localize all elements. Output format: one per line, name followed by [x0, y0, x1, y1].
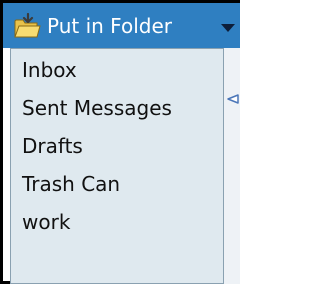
- menu-item-trash-can[interactable]: Trash Can: [11, 165, 223, 203]
- menu-item-inbox[interactable]: Inbox: [11, 51, 223, 89]
- arrow-left-icon: [227, 94, 239, 104]
- put-in-folder-label: Put in Folder: [47, 14, 172, 38]
- folder-dropdown-menu: Inbox Sent Messages Drafts Trash Can wor…: [10, 48, 224, 284]
- put-in-folder-button[interactable]: Put in Folder: [3, 3, 240, 48]
- background-pane: [224, 48, 240, 284]
- folder-menu-frame: Put in Folder Inbox Sent Messages Drafts…: [0, 0, 240, 284]
- menu-item-sent-messages[interactable]: Sent Messages: [11, 89, 223, 127]
- menu-item-drafts[interactable]: Drafts: [11, 127, 223, 165]
- chevron-down-icon[interactable]: [221, 24, 235, 32]
- menu-item-work[interactable]: work: [11, 203, 223, 241]
- folder-open-icon: [14, 13, 41, 38]
